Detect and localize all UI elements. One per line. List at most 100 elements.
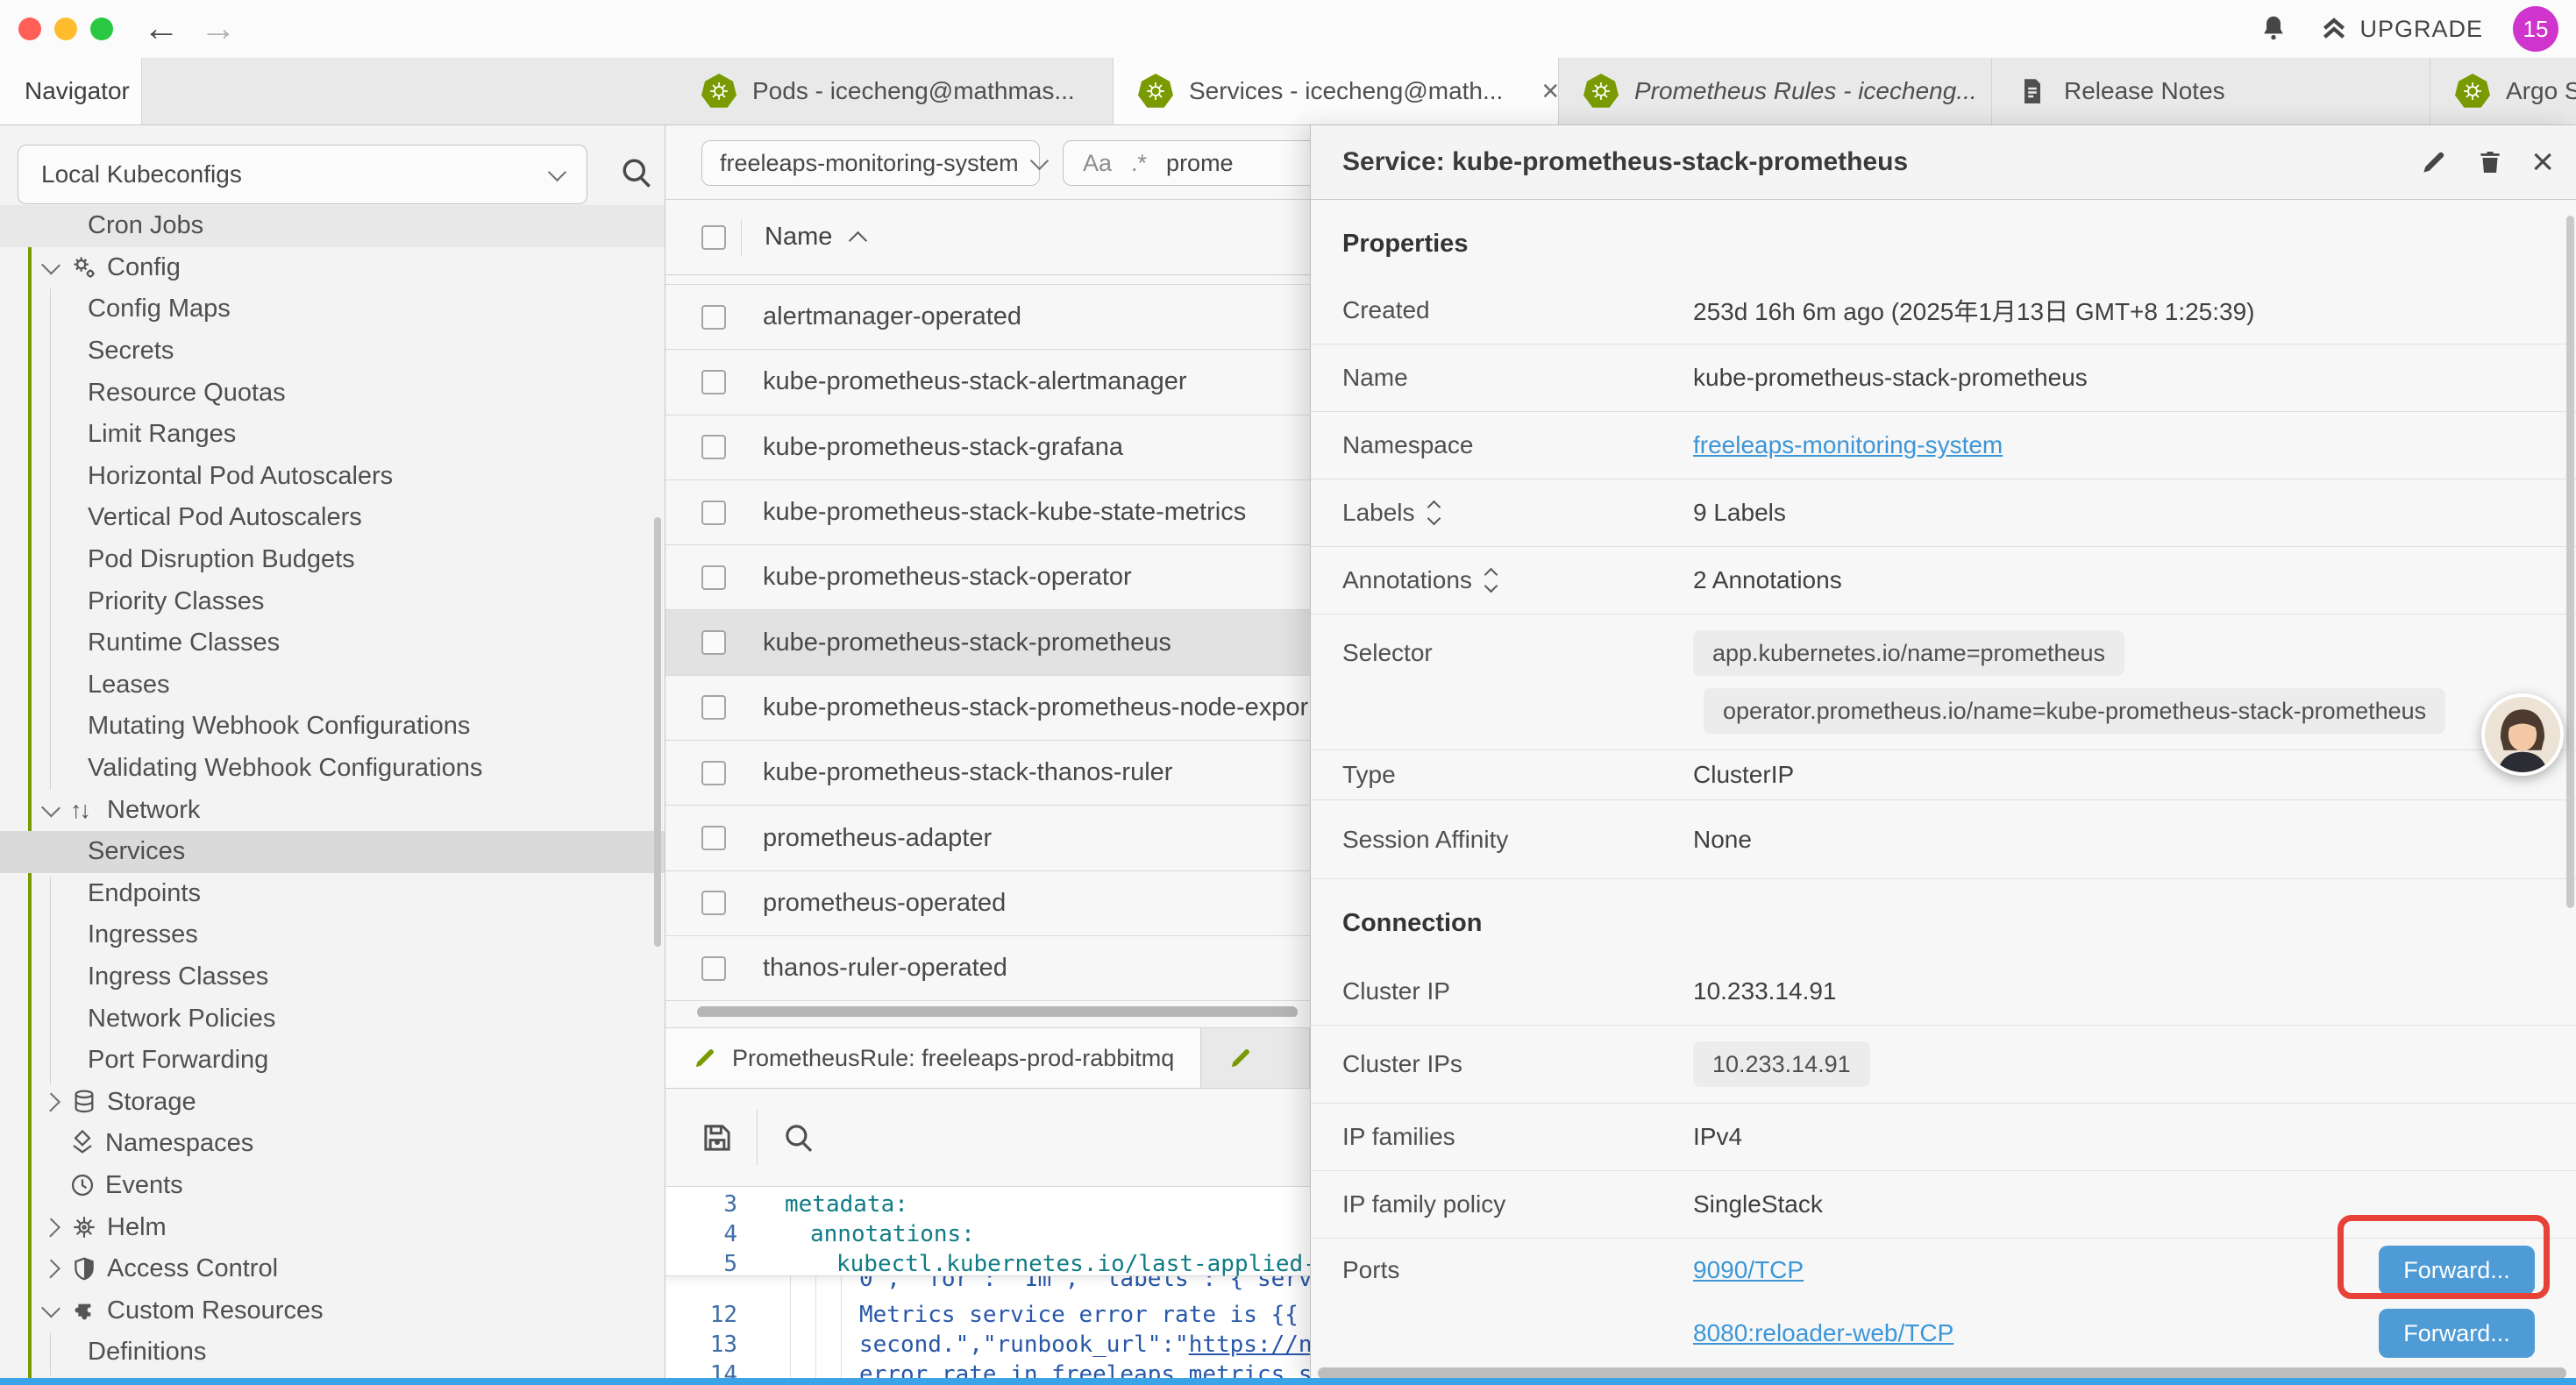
chevron-down-icon[interactable]: [41, 1298, 60, 1318]
column-header-name[interactable]: Name: [765, 223, 832, 252]
sidebar-item-events[interactable]: Events: [0, 1165, 665, 1207]
detail-vertical-scrollbar[interactable]: [2566, 216, 2574, 908]
port-link[interactable]: 9090/TCP: [1693, 1256, 1804, 1284]
row-checkbox[interactable]: [701, 501, 726, 525]
table-row-kube-prometheus-stack-grafana[interactable]: kube-prometheus-stack-grafana: [665, 416, 1310, 480]
close-tab-icon[interactable]: ×: [1541, 75, 1559, 109]
table-search-input[interactable]: Aa .* prome: [1063, 140, 1310, 186]
sidebar-item-ingresses[interactable]: Ingresses: [0, 914, 665, 956]
close-panel-button[interactable]: ×: [2531, 147, 2554, 177]
table-row-alertmanager-operated[interactable]: alertmanager-operated: [665, 285, 1310, 350]
tab-prometheus-rules-icecheng[interactable]: Prometheus Rules - icecheng...: [1559, 58, 1992, 124]
sidebar-item-config-maps[interactable]: Config Maps: [0, 288, 665, 330]
namespace-link[interactable]: freeleaps-monitoring-system: [1693, 431, 2003, 459]
user-avatar[interactable]: [2481, 693, 2564, 776]
row-checkbox[interactable]: [701, 565, 726, 590]
sidebar-item-endpoints[interactable]: Endpoints: [0, 873, 665, 915]
sidebar-item-vertical-pod-autoscalers[interactable]: Vertical Pod Autoscalers: [0, 497, 665, 539]
table-row-prometheus-adapter[interactable]: prometheus-adapter: [665, 806, 1310, 870]
row-checkbox[interactable]: [701, 435, 726, 459]
sidebar-item-config[interactable]: Config: [0, 247, 665, 289]
sidebar-search-icon[interactable]: [617, 153, 656, 192]
row-checkbox[interactable]: [701, 305, 726, 330]
row-checkbox[interactable]: [701, 826, 726, 850]
notification-count-badge[interactable]: 15: [2513, 6, 2558, 52]
sidebar-item-leases[interactable]: Leases: [0, 664, 665, 707]
upgrade-button[interactable]: UPGRADE: [2319, 14, 2483, 44]
table-row-kube-prometheus-stack-operator[interactable]: kube-prometheus-stack-operator: [665, 545, 1310, 610]
code-link[interactable]: https://net: [1189, 1332, 1310, 1358]
sidebar-item-network-policies[interactable]: Network Policies: [0, 998, 665, 1040]
sort-ascending-icon[interactable]: [849, 231, 867, 250]
sidebar-item-resource-quotas[interactable]: Resource Quotas: [0, 372, 665, 414]
sidebar-item-network[interactable]: ↑↓Network: [0, 789, 665, 831]
sidebar-item-validating-webhook-configurations[interactable]: Validating Webhook Configurations: [0, 748, 665, 790]
sidebar-item-horizontal-pod-autoscalers[interactable]: Horizontal Pod Autoscalers: [0, 456, 665, 498]
window-close-button[interactable]: [18, 18, 41, 40]
sidebar-item-secrets[interactable]: Secrets: [0, 330, 665, 373]
tab-services-icecheng-math[interactable]: Services - icecheng@math...×: [1114, 58, 1559, 124]
row-checkbox[interactable]: [701, 695, 726, 720]
edit-resource-button[interactable]: [2419, 147, 2449, 177]
sidebar-item-mutating-webhook-configurations[interactable]: Mutating Webhook Configurations: [0, 706, 665, 748]
sidebar-item-custom-resources[interactable]: Custom Resources: [0, 1289, 665, 1332]
chevron-right-icon[interactable]: [41, 1260, 60, 1279]
expand-collapse-icon[interactable]: [1429, 502, 1439, 523]
table-row-kube-prometheus-stack-prometheus-node-expor[interactable]: kube-prometheus-stack-prometheus-node-ex…: [665, 676, 1310, 741]
delete-resource-button[interactable]: [2475, 147, 2505, 177]
yaml-editor[interactable]: 3metadata:4annotations:5kubectl.kubernet…: [665, 1187, 1310, 1378]
table-row-thanos-ruler-operated[interactable]: thanos-ruler-operated: [665, 936, 1310, 1001]
table-row-kube-prometheus-stack-alertmanager[interactable]: kube-prometheus-stack-alertmanager: [665, 350, 1310, 415]
table-row-prometheus-operated[interactable]: prometheus-operated: [665, 871, 1310, 936]
sidebar-item-definitions[interactable]: Definitions: [0, 1332, 665, 1374]
forward-button[interactable]: Forward...: [2379, 1309, 2535, 1358]
expand-collapse-icon[interactable]: [1486, 570, 1496, 591]
save-icon[interactable]: [699, 1119, 736, 1156]
table-row-kube-prometheus-stack-prometheus[interactable]: kube-prometheus-stack-prometheus: [665, 610, 1310, 675]
tab-pods-icecheng-mathmas[interactable]: Pods - icecheng@mathmas...: [677, 58, 1114, 124]
sidebar-item-priority-classes[interactable]: Priority Classes: [0, 580, 665, 622]
table-row-kube-prometheus-stack-thanos-ruler[interactable]: kube-prometheus-stack-thanos-ruler: [665, 741, 1310, 806]
editor-tab-prometheusrule[interactable]: PrometheusRule: freeleaps-prod-rabbitmq: [665, 1028, 1201, 1088]
sidebar-item-cron-jobs[interactable]: Cron Jobs: [0, 205, 665, 247]
sidebar-scrollbar[interactable]: [654, 517, 661, 947]
sidebar-item-storage[interactable]: Storage: [0, 1081, 665, 1123]
tab-release-notes[interactable]: Release Notes: [1992, 58, 2430, 124]
sidebar-item-helm[interactable]: Helm: [0, 1206, 665, 1248]
window-maximize-button[interactable]: [90, 18, 113, 40]
select-all-checkbox[interactable]: [701, 225, 726, 250]
chevron-right-icon[interactable]: [41, 1092, 60, 1112]
value-chip[interactable]: app.kubernetes.io/name=prometheus: [1693, 630, 2124, 676]
tab-navigator[interactable]: Navigator: [0, 58, 142, 124]
match-case-toggle[interactable]: Aa: [1083, 150, 1112, 177]
notifications-bell-icon[interactable]: [2258, 13, 2289, 45]
tab-argo-se[interactable]: Argo Se: [2430, 58, 2576, 124]
sidebar-item-pod-disruption-budgets[interactable]: Pod Disruption Budgets: [0, 539, 665, 581]
port-link[interactable]: 8080:reloader-web/TCP: [1693, 1319, 1953, 1347]
sidebar-item-runtime-classes[interactable]: Runtime Classes: [0, 622, 665, 664]
window-minimize-button[interactable]: [54, 18, 77, 40]
regex-toggle[interactable]: .*: [1131, 150, 1147, 177]
value-chip[interactable]: operator.prometheus.io/name=kube-prometh…: [1704, 688, 2445, 734]
sidebar-item-access-control[interactable]: Access Control: [0, 1248, 665, 1290]
row-checkbox[interactable]: [701, 956, 726, 981]
chevron-down-icon[interactable]: [41, 798, 60, 817]
namespace-filter-select[interactable]: freeleaps-monitoring-system: [701, 140, 1040, 186]
sidebar-item-ingress-classes[interactable]: Ingress Classes: [0, 956, 665, 998]
editor-search-icon[interactable]: [780, 1119, 817, 1156]
sidebar-item-port-forwarding[interactable]: Port Forwarding: [0, 1040, 665, 1082]
row-checkbox[interactable]: [701, 761, 726, 785]
forward-button[interactable]: →: [200, 7, 237, 49]
sidebar-item-limit-ranges[interactable]: Limit Ranges: [0, 414, 665, 456]
sidebar-item-services[interactable]: Services: [0, 831, 665, 873]
back-button[interactable]: ←: [143, 7, 180, 49]
chevron-right-icon[interactable]: [41, 1218, 60, 1237]
table-row-kube-prometheus-stack-kube-state-metrics[interactable]: kube-prometheus-stack-kube-state-metrics: [665, 480, 1310, 545]
kubeconfig-selector[interactable]: Local Kubeconfigs: [18, 145, 587, 204]
value-chip[interactable]: 10.233.14.91: [1693, 1041, 1870, 1087]
row-checkbox[interactable]: [701, 891, 726, 915]
row-checkbox[interactable]: [701, 370, 726, 394]
sidebar-item-namespaces[interactable]: Namespaces: [0, 1123, 665, 1165]
editor-tab-next[interactable]: [1201, 1028, 1310, 1088]
row-checkbox[interactable]: [701, 630, 726, 655]
